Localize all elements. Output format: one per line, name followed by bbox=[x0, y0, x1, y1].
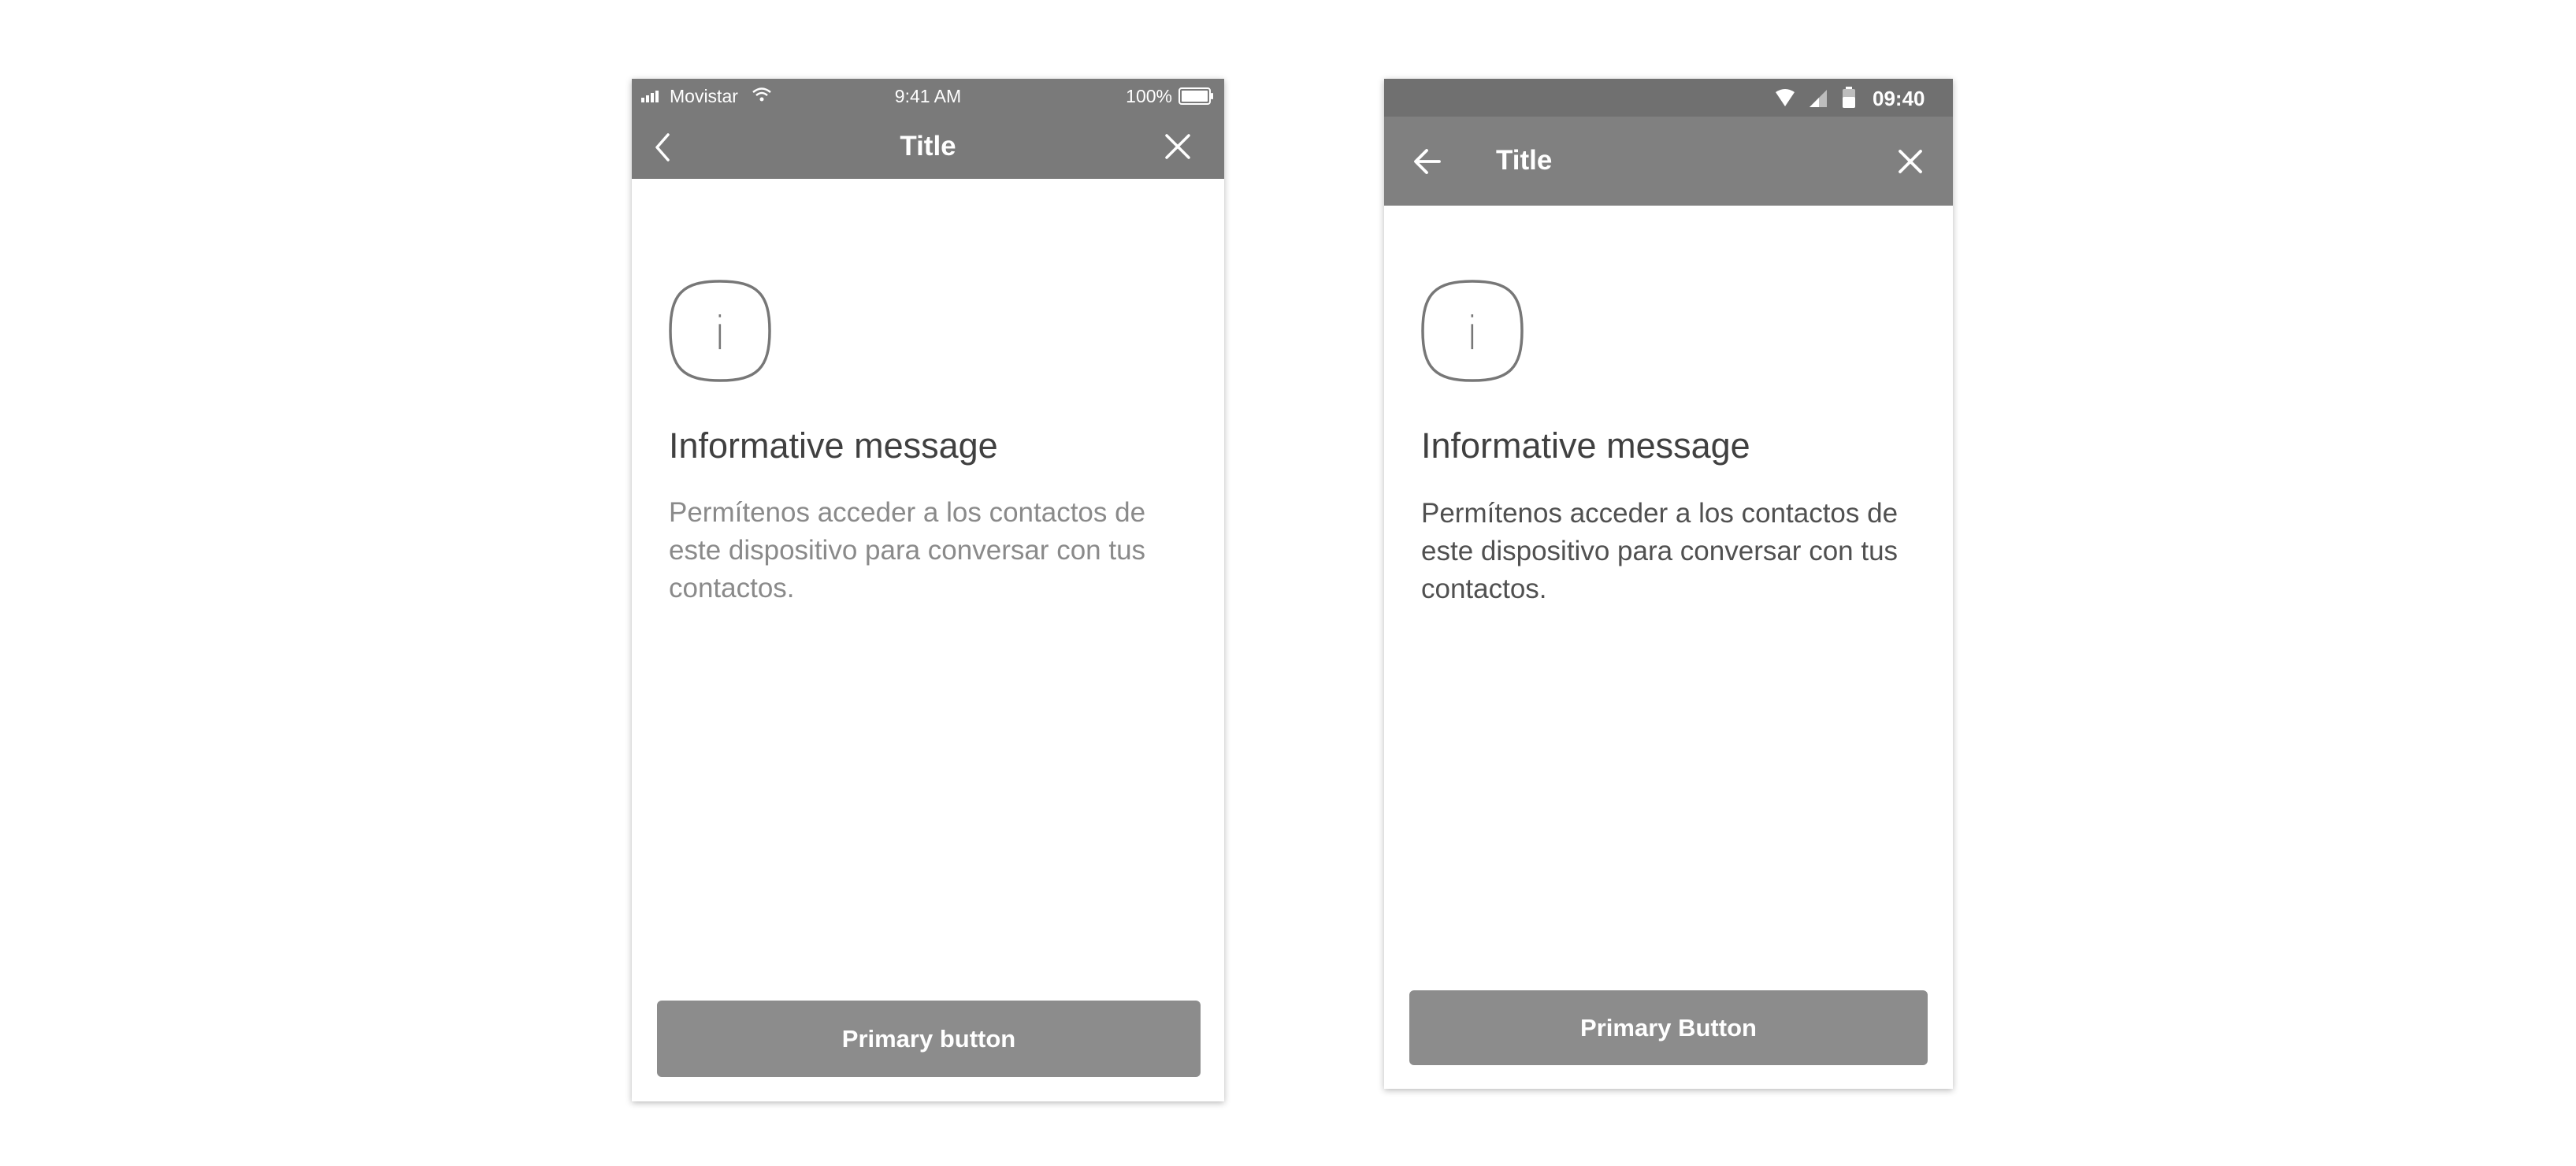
close-icon[interactable] bbox=[1898, 149, 1923, 174]
message-body-line: contactos. bbox=[669, 573, 795, 603]
ios-nav-bar: Title bbox=[632, 113, 1224, 179]
message-heading: Informative message bbox=[1421, 425, 1750, 466]
close-icon[interactable] bbox=[1164, 132, 1192, 161]
message-body-line: Permítenos acceder a los contactos de bbox=[669, 497, 1146, 528]
message-body-line: Permítenos acceder a los contactos de bbox=[1421, 498, 1899, 529]
message-body-line: contactos. bbox=[1421, 574, 1547, 604]
nav-title: Title bbox=[1496, 145, 1553, 176]
nav-title: Title bbox=[900, 131, 956, 162]
android-status-bar: 09:40 bbox=[1384, 79, 1953, 117]
battery-percent: 100% bbox=[1126, 86, 1172, 106]
message-body: Permítenos acceder a los contactos de es… bbox=[669, 494, 1204, 607]
info-icon: i bbox=[669, 280, 771, 382]
canvas: Movistar 9:41 AM 100% Title i Informativ… bbox=[0, 0, 2576, 1166]
primary-button[interactable]: Primary Button bbox=[1409, 990, 1928, 1065]
message-heading: Informative message bbox=[669, 425, 998, 466]
ios-screen: Movistar 9:41 AM 100% Title i Informativ… bbox=[632, 79, 1224, 1101]
wifi-icon bbox=[1776, 89, 1795, 106]
signal-icon bbox=[1810, 90, 1827, 107]
status-time: 09:40 bbox=[1873, 87, 1925, 110]
android-nav-bar: Title bbox=[1384, 117, 1953, 206]
ios-status-bar: Movistar 9:41 AM 100% bbox=[632, 79, 1224, 113]
primary-button[interactable]: Primary button bbox=[657, 1001, 1201, 1077]
message-body: Permítenos acceder a los contactos de es… bbox=[1421, 495, 1941, 608]
arrow-left-icon[interactable] bbox=[1412, 147, 1442, 176]
battery-icon bbox=[1179, 87, 1213, 105]
android-screen: 09:40 Title i Informative message Permít… bbox=[1384, 79, 1953, 1089]
info-icon-glyph: i bbox=[714, 306, 726, 360]
message-body-line: este dispositivo para conversar con tus bbox=[1421, 536, 1899, 566]
battery-icon bbox=[1843, 87, 1855, 108]
message-body-line: este dispositivo para conversar con tus bbox=[669, 535, 1146, 566]
info-icon-glyph: i bbox=[1466, 306, 1479, 360]
info-icon: i bbox=[1421, 280, 1524, 382]
